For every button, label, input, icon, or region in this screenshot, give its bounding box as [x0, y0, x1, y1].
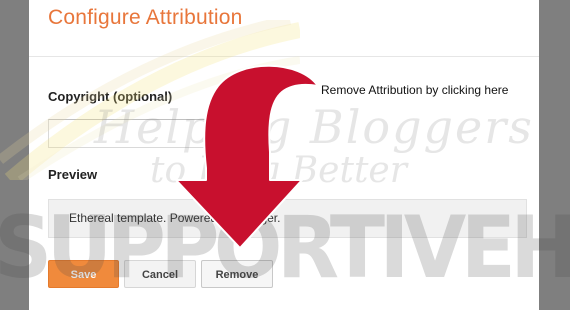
annotation-text: Remove Attribution by clicking here [321, 83, 509, 97]
watermark-script-line1: Helping Bloggers [94, 100, 534, 154]
watermark-script-line2: to Blog Better [150, 150, 407, 191]
watermark-brand: SUPPORTIVEHANDS [0, 198, 570, 298]
